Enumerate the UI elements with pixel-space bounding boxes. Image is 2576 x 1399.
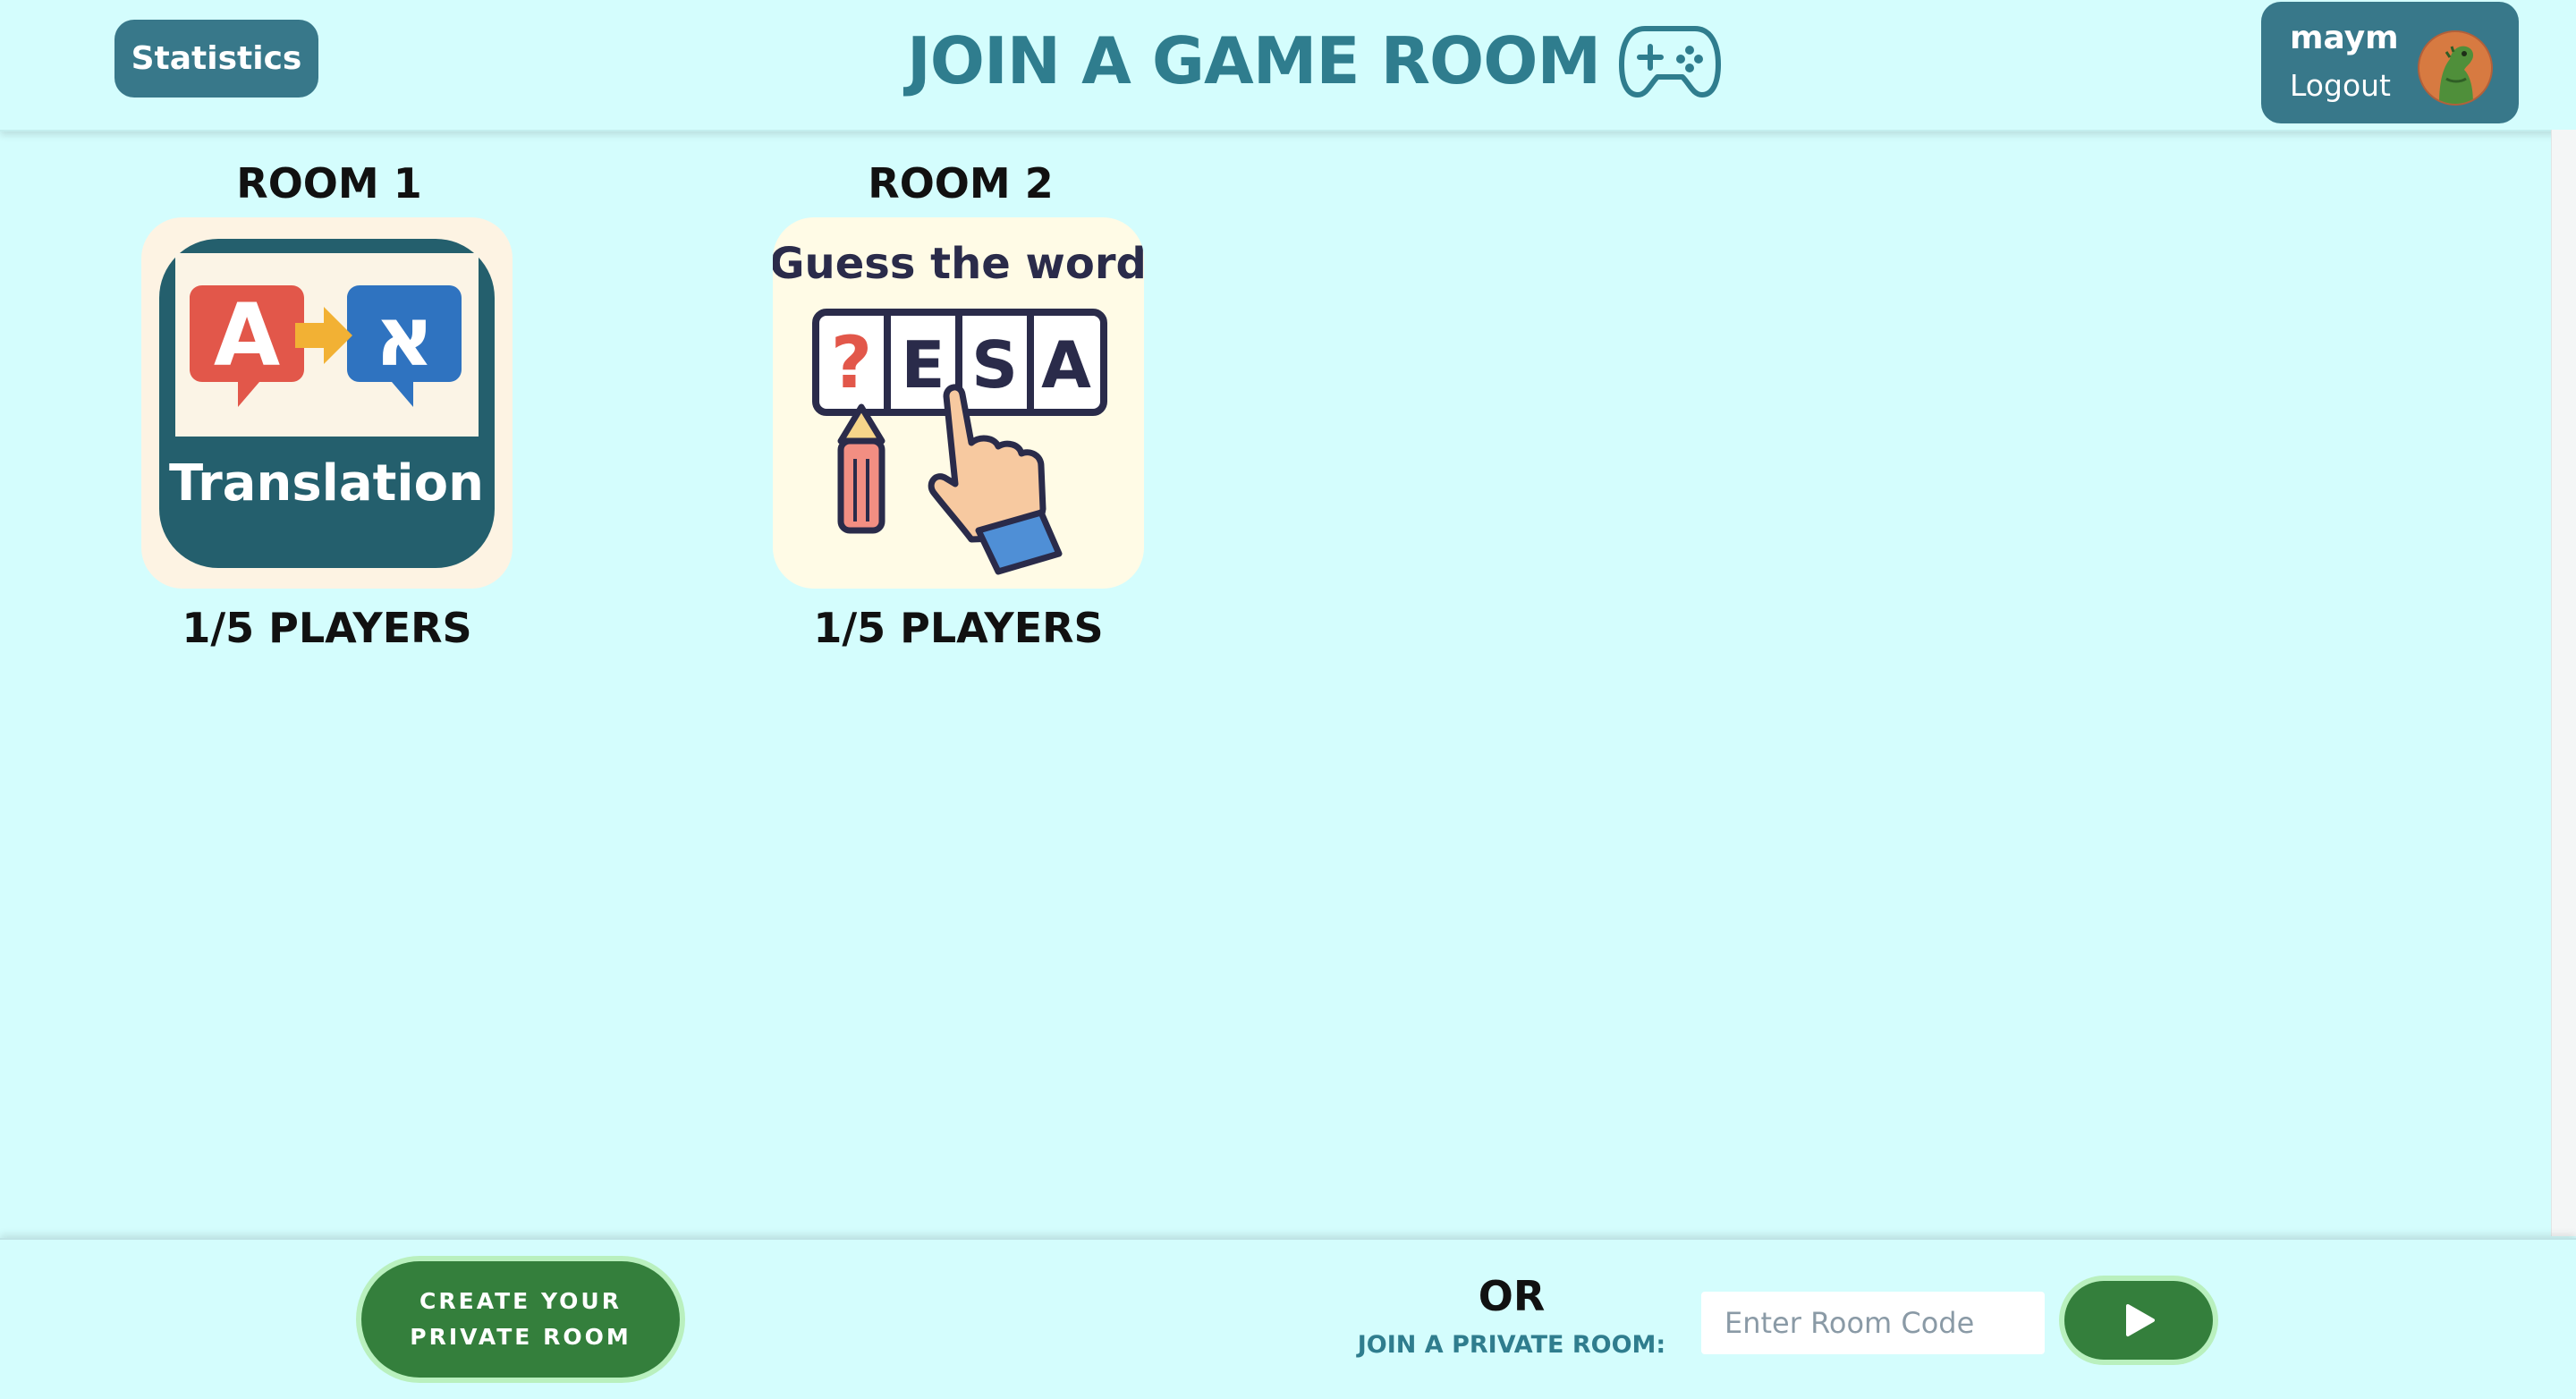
translation-room-card[interactable]: A א Translation bbox=[141, 217, 513, 589]
username: maym bbox=[2290, 20, 2399, 56]
dinosaur-avatar-icon[interactable] bbox=[2418, 30, 2493, 106]
room-1: ROOM 1 A א Translation 1/5 PLAYERS bbox=[141, 157, 517, 652]
translation-letter-aleph: א bbox=[375, 289, 435, 385]
create-private-room-button[interactable]: CREATE YOUR PRIVATE ROOM bbox=[361, 1261, 680, 1378]
room-title: ROOM 2 bbox=[868, 159, 1054, 208]
guess-the-word-icon: Guess the word ? E S A bbox=[773, 239, 1144, 575]
logout-link[interactable]: Logout bbox=[2290, 68, 2391, 103]
room-code-input[interactable] bbox=[1701, 1292, 2045, 1354]
or-separator: OR bbox=[1478, 1272, 1546, 1320]
create-button-line-2: PRIVATE ROOM bbox=[410, 1324, 631, 1350]
page-title-text: JOIN A GAME ROOM bbox=[907, 22, 1601, 98]
statistics-button[interactable]: Statistics bbox=[114, 20, 318, 98]
user-menu: maym Logout bbox=[2261, 2, 2519, 123]
room-title: ROOM 1 bbox=[236, 159, 422, 208]
create-button-line-1: CREATE YOUR bbox=[419, 1288, 622, 1314]
translation-card-label: Translation bbox=[169, 454, 484, 513]
translation-letter-a: A bbox=[214, 285, 280, 386]
join-room-button[interactable] bbox=[2064, 1281, 2213, 1360]
gamepad-icon bbox=[1619, 25, 1722, 98]
guess-letter-s: S bbox=[971, 327, 1018, 403]
play-icon bbox=[2126, 1304, 2155, 1336]
guess-letter-question: ? bbox=[831, 321, 872, 404]
page-title: JOIN A GAME ROOM bbox=[907, 18, 1722, 103]
room-player-count: 1/5 PLAYERS bbox=[813, 604, 1104, 652]
guess-the-word-room-card[interactable]: Guess the word ? E S A bbox=[773, 217, 1144, 589]
room-player-count: 1/5 PLAYERS bbox=[182, 604, 472, 652]
room-2: ROOM 2 Guess the word ? E S A 1/5 PLAYER… bbox=[773, 157, 1148, 652]
guess-card-title: Guess the word bbox=[773, 239, 1144, 289]
top-header: Statistics JOIN A GAME ROOM maym Logout bbox=[0, 0, 2576, 131]
vertical-scrollbar[interactable] bbox=[2551, 130, 2576, 1236]
translation-icon: A א Translation bbox=[159, 239, 495, 568]
guess-letter-a: A bbox=[1041, 327, 1091, 403]
join-private-room-label: JOIN A PRIVATE ROOM: bbox=[1357, 1331, 1666, 1359]
bottom-bar: CREATE YOUR PRIVATE ROOM OR JOIN A PRIVA… bbox=[0, 1238, 2576, 1399]
guess-letter-e: E bbox=[901, 327, 945, 403]
